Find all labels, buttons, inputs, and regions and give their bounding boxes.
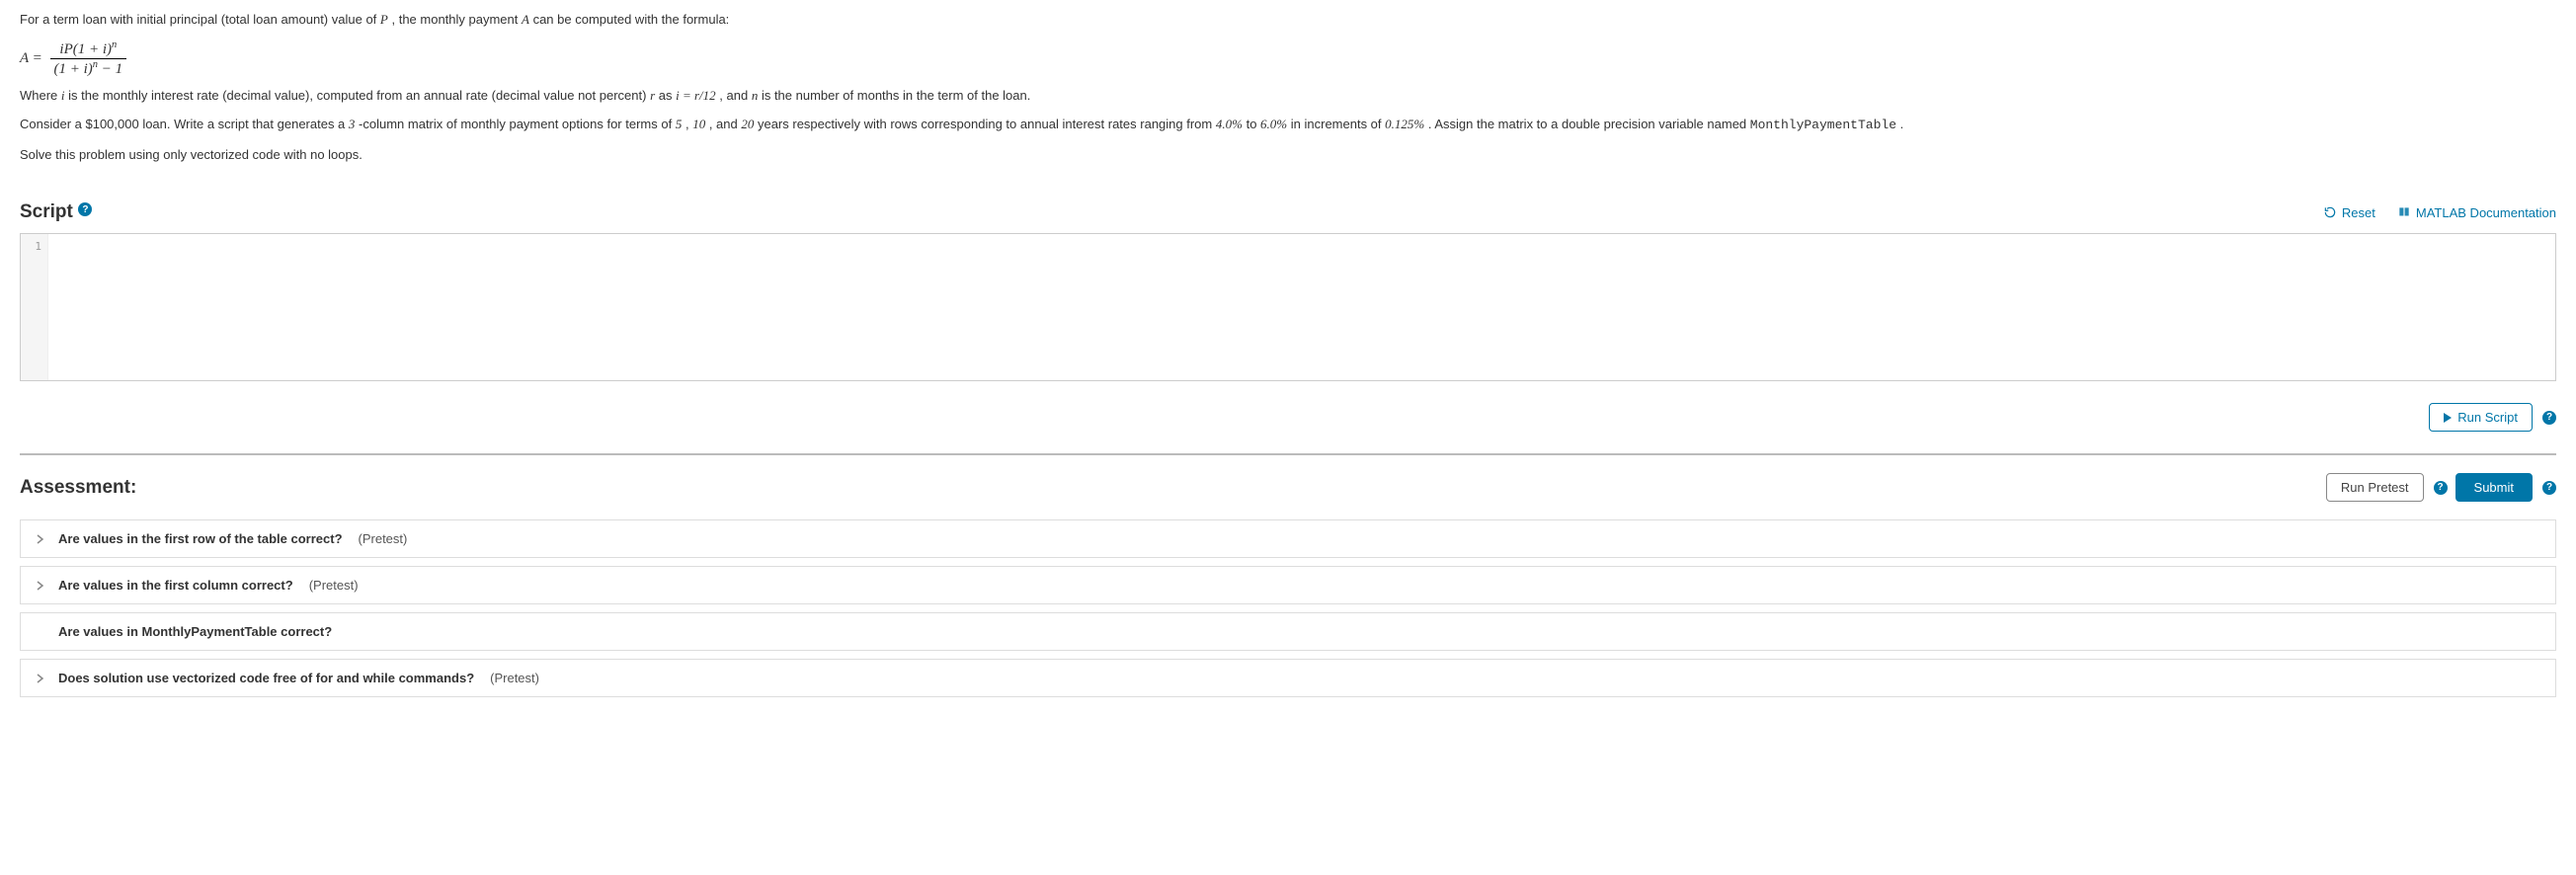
assessment-item-label: Are values in the first row of the table… bbox=[58, 531, 343, 546]
assessment-item-3: Are values in MonthlyPaymentTable correc… bbox=[20, 612, 2556, 651]
exponent-n: n bbox=[112, 40, 117, 50]
rate-high: 6.0% bbox=[1260, 117, 1287, 131]
number-10: 10 bbox=[692, 117, 705, 131]
matlab-docs-link[interactable]: MATLAB Documentation bbox=[2397, 205, 2556, 220]
run-script-button[interactable]: Run Script bbox=[2429, 403, 2533, 432]
help-icon[interactable]: ? bbox=[2542, 411, 2556, 425]
text: years respectively with rows correspondi… bbox=[758, 117, 1216, 131]
variable-A: A bbox=[522, 12, 529, 27]
text: Where bbox=[20, 88, 61, 103]
problem-line-1: For a term loan with initial principal (… bbox=[20, 10, 2556, 30]
assessment-title: Assessment: bbox=[20, 477, 136, 499]
play-icon bbox=[2444, 413, 2452, 423]
editor-gutter: 1 bbox=[21, 234, 48, 380]
text: is the number of months in the term of t… bbox=[762, 88, 1030, 103]
page-root: For a term loan with initial principal (… bbox=[0, 0, 2576, 745]
text: For a term loan with initial principal (… bbox=[20, 12, 380, 27]
text: as bbox=[659, 88, 676, 103]
text: -column matrix of monthly payment option… bbox=[359, 117, 676, 131]
text: (1 + i) bbox=[54, 61, 93, 77]
problem-statement: For a term loan with initial principal (… bbox=[20, 10, 2556, 164]
variable-P: P bbox=[380, 12, 388, 27]
pretest-tag: (Pretest) bbox=[309, 578, 359, 593]
line-number-1: 1 bbox=[21, 240, 41, 253]
pretest-tag: (Pretest) bbox=[359, 531, 408, 546]
run-pretest-button[interactable]: Run Pretest bbox=[2326, 473, 2424, 502]
problem-line-3: Consider a $100,000 loan. Write a script… bbox=[20, 115, 2556, 135]
book-icon bbox=[2397, 205, 2411, 219]
assessment-item-label: Are values in the first column correct? bbox=[58, 578, 293, 593]
script-header: Script ? Reset MATLAB Documentation bbox=[20, 201, 2556, 223]
text: in increments of bbox=[1291, 117, 1385, 131]
problem-line-2: Where i is the monthly interest rate (de… bbox=[20, 86, 2556, 106]
text: . Assign the matrix to a double precisio… bbox=[1428, 117, 1750, 131]
reset-icon bbox=[2323, 205, 2337, 219]
chevron-right-icon bbox=[35, 674, 46, 683]
pretest-tag: (Pretest) bbox=[490, 671, 539, 685]
docs-label: MATLAB Documentation bbox=[2416, 205, 2556, 220]
number-5: 5 bbox=[676, 117, 683, 131]
text: . bbox=[1900, 117, 1904, 131]
numerator: iP(1 + i)n bbox=[50, 40, 127, 59]
problem-line-4: Solve this problem using only vectorized… bbox=[20, 145, 2556, 165]
text: Consider a $100,000 loan. Write a script… bbox=[20, 117, 349, 131]
text: − 1 bbox=[98, 61, 122, 77]
reset-label: Reset bbox=[2342, 205, 2375, 220]
assessment-item-1[interactable]: Are values in the first row of the table… bbox=[20, 519, 2556, 558]
help-icon[interactable]: ? bbox=[2434, 481, 2448, 495]
text: to bbox=[1247, 117, 1260, 131]
formula-lhs: A = bbox=[20, 49, 46, 65]
assessment-item-2[interactable]: Are values in the first column correct? … bbox=[20, 566, 2556, 604]
rate-increment: 0.125% bbox=[1385, 117, 1424, 131]
assessment-item-label: Are values in MonthlyPaymentTable correc… bbox=[58, 624, 332, 639]
rate-low: 4.0% bbox=[1216, 117, 1243, 131]
script-title-wrap: Script ? bbox=[20, 201, 92, 223]
run-row: Run Script ? bbox=[20, 403, 2556, 432]
assessment-header: Assessment: Run Pretest ? Submit ? bbox=[20, 473, 2556, 502]
equation-i-r12: i = r/12 bbox=[676, 88, 716, 103]
assessment-item-label: Does solution use vectorized code free o… bbox=[58, 671, 474, 685]
text: , and bbox=[709, 117, 742, 131]
script-header-actions: Reset MATLAB Documentation bbox=[2323, 205, 2556, 220]
formula: A = iP(1 + i)n (1 + i)n − 1 bbox=[20, 40, 2556, 78]
submit-button[interactable]: Submit bbox=[2455, 473, 2533, 502]
variable-n: n bbox=[752, 88, 759, 103]
assessment-actions: Run Pretest ? Submit ? bbox=[2326, 473, 2556, 502]
text: can be computed with the formula: bbox=[533, 12, 730, 27]
variable-i: i bbox=[61, 88, 65, 103]
variable-r: r bbox=[650, 88, 655, 103]
text: iP(1 + i) bbox=[59, 41, 112, 57]
chevron-right-icon bbox=[35, 534, 46, 544]
reset-button[interactable]: Reset bbox=[2323, 205, 2375, 220]
help-icon[interactable]: ? bbox=[78, 202, 92, 216]
number-3: 3 bbox=[349, 117, 356, 131]
separator bbox=[20, 453, 2556, 455]
help-icon[interactable]: ? bbox=[2542, 481, 2556, 495]
script-title: Script bbox=[20, 201, 73, 222]
assessment-item-4[interactable]: Does solution use vectorized code free o… bbox=[20, 659, 2556, 697]
chevron-right-icon bbox=[35, 581, 46, 591]
code-editor[interactable]: 1 bbox=[20, 233, 2556, 381]
denominator: (1 + i)n − 1 bbox=[50, 59, 127, 78]
text: , the monthly payment bbox=[391, 12, 522, 27]
text: is the monthly interest rate (decimal va… bbox=[68, 88, 650, 103]
text: , and bbox=[719, 88, 752, 103]
fraction: iP(1 + i)n (1 + i)n − 1 bbox=[50, 40, 127, 78]
number-20: 20 bbox=[741, 117, 754, 131]
run-script-label: Run Script bbox=[2457, 410, 2518, 425]
code-area[interactable] bbox=[48, 234, 2555, 380]
variable-name-code: MonthlyPaymentTable bbox=[1750, 118, 1896, 132]
